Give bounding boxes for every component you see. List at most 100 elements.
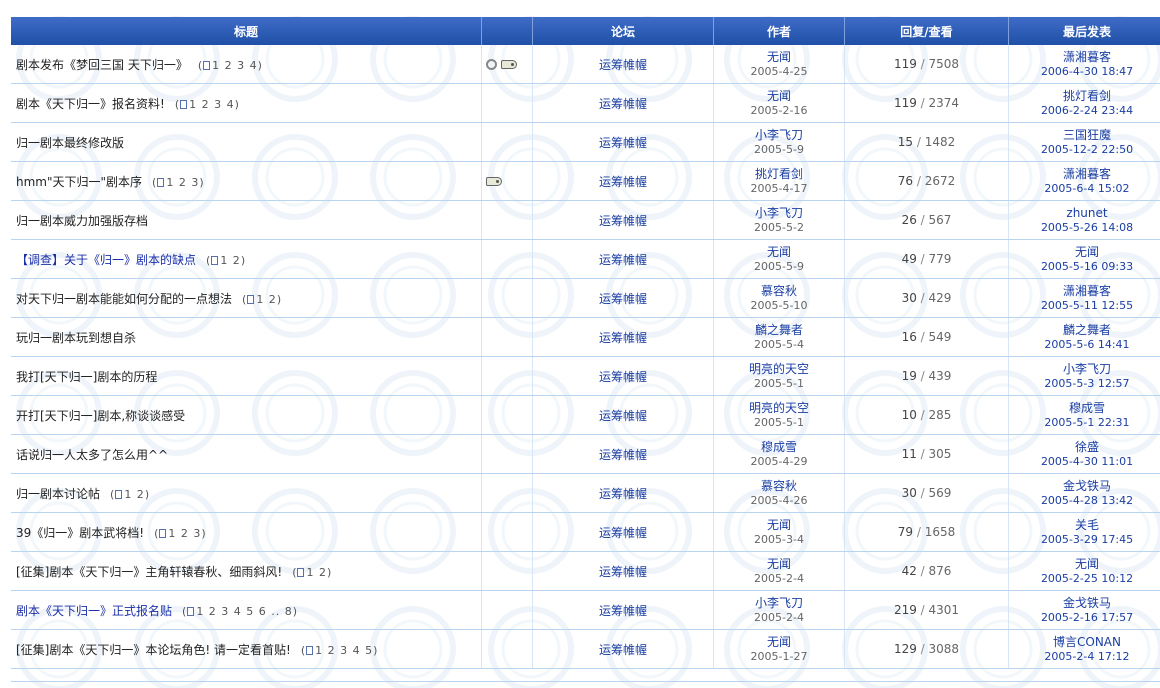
thread-title-link[interactable]: [征集]剧本《天下归一》主角轩辕春秋、细雨斜风! — [16, 565, 282, 579]
author-link[interactable]: 无闻 — [714, 557, 844, 572]
author-link[interactable]: 无闻 — [714, 89, 844, 104]
forum-link[interactable]: 运筹帷幄 — [599, 97, 647, 111]
last-post-user-link[interactable]: 无闻 — [1009, 557, 1160, 572]
author-link[interactable]: 无闻 — [714, 245, 844, 260]
last-post-user-link[interactable]: 潇湘暮客 — [1009, 50, 1160, 65]
page-links[interactable]: (1 2) — [292, 566, 332, 579]
page-links[interactable]: (1 2) — [242, 293, 282, 306]
author-link[interactable]: 小李飞刀 — [714, 128, 844, 143]
author-link[interactable]: 无闻 — [714, 50, 844, 65]
author-link[interactable]: 挑灯看剑 — [714, 167, 844, 182]
page-numbers[interactable]: 1 2 3 4 — [212, 59, 257, 72]
last-post-time-link[interactable]: 2005-5-3 12:57 — [1009, 377, 1160, 391]
last-post-user-link[interactable]: 博言CONAN — [1009, 635, 1160, 650]
last-post-user-link[interactable]: 徐盛 — [1009, 440, 1160, 455]
last-post-user-link[interactable]: 潇湘暮客 — [1009, 167, 1160, 182]
page-numbers[interactable]: 1 2 3 4 5 6 .. 8 — [196, 605, 292, 618]
forum-link[interactable]: 运筹帷幄 — [599, 214, 647, 228]
forum-link[interactable]: 运筹帷幄 — [599, 643, 647, 657]
author-link[interactable]: 明亮的天空 — [714, 362, 844, 377]
last-post-time-link[interactable]: 2005-5-11 12:55 — [1009, 299, 1160, 313]
forum-link[interactable]: 运筹帷幄 — [599, 331, 647, 345]
forum-link[interactable]: 运筹帷幄 — [599, 565, 647, 579]
author-link[interactable]: 无闻 — [714, 635, 844, 650]
page-links[interactable]: (1 2 3 4) — [198, 59, 263, 72]
last-post-time-link[interactable]: 2005-2-25 10:12 — [1009, 572, 1160, 586]
forum-link[interactable]: 运筹帷幄 — [599, 526, 647, 540]
page-links[interactable]: (1 2) — [206, 254, 246, 267]
page-numbers[interactable]: 1 2 3 — [166, 176, 199, 189]
thread-title-link[interactable]: 话说归一人太多了怎么用^^ — [16, 448, 168, 462]
last-post-time-link[interactable]: 2005-5-1 22:31 — [1009, 416, 1160, 430]
last-post-time-link[interactable]: 2005-3-29 17:45 — [1009, 533, 1160, 547]
last-post-user-link[interactable]: 麟之舞者 — [1009, 323, 1160, 338]
forum-link[interactable]: 运筹帷幄 — [599, 58, 647, 72]
forum-link[interactable]: 运筹帷幄 — [599, 448, 647, 462]
last-post-time-link[interactable]: 2005-5-6 14:41 — [1009, 338, 1160, 352]
author-link[interactable]: 慕容秋 — [714, 284, 844, 299]
forum-link[interactable]: 运筹帷幄 — [599, 253, 647, 267]
page-links[interactable]: (1 2) — [110, 488, 150, 501]
author-link[interactable]: 慕容秋 — [714, 479, 844, 494]
thread-title-link[interactable]: 剧本发布《梦回三国 天下归一》 — [16, 58, 188, 72]
last-post-user-link[interactable]: 金戈铁马 — [1009, 479, 1160, 494]
author-link[interactable]: 小李飞刀 — [714, 596, 844, 611]
thread-title-link[interactable]: 剧本《天下归一》报名资料! — [16, 97, 165, 111]
last-post-user-link[interactable]: 无闻 — [1009, 245, 1160, 260]
author-link[interactable]: 明亮的天空 — [714, 401, 844, 416]
page-links[interactable]: (1 2 3) — [152, 176, 205, 189]
page-links[interactable]: (1 2 3 4 5) — [301, 644, 379, 657]
author-link[interactable]: 麟之舞者 — [714, 323, 844, 338]
page-numbers[interactable]: 1 2 — [124, 488, 145, 501]
page-numbers[interactable]: 1 2 — [220, 254, 241, 267]
thread-title-link[interactable]: 我打[天下归一]剧本的历程 — [16, 370, 157, 384]
last-post-time-link[interactable]: 2005-4-30 11:01 — [1009, 455, 1160, 469]
last-post-time-link[interactable]: 2006-4-30 18:47 — [1009, 65, 1160, 79]
last-post-time-link[interactable]: 2005-4-28 13:42 — [1009, 494, 1160, 508]
thread-title-link[interactable]: 归一剧本威力加强版存档 — [16, 214, 148, 228]
thread-title-link[interactable]: 开打[天下归一]剧本,称谈谈感受 — [16, 409, 185, 423]
forum-link[interactable]: 运筹帷幄 — [599, 409, 647, 423]
last-post-user-link[interactable]: 穆成雪 — [1009, 401, 1160, 416]
thread-title-link[interactable]: 剧本《天下归一》正式报名贴 — [16, 604, 172, 618]
forum-link[interactable]: 运筹帷幄 — [599, 370, 647, 384]
last-post-time-link[interactable]: 2005-5-16 09:33 — [1009, 260, 1160, 274]
author-link[interactable]: 小李飞刀 — [714, 206, 844, 221]
forum-link[interactable]: 运筹帷幄 — [599, 487, 647, 501]
author-link[interactable]: 无闻 — [714, 518, 844, 533]
forum-link[interactable]: 运筹帷幄 — [599, 175, 647, 189]
page-numbers[interactable]: 1 2 — [256, 293, 277, 306]
page-links[interactable]: (1 2 3) — [154, 527, 207, 540]
forum-link[interactable]: 运筹帷幄 — [599, 604, 647, 618]
last-post-user-link[interactable]: 挑灯看剑 — [1009, 89, 1160, 104]
last-post-user-link[interactable]: 金戈铁马 — [1009, 596, 1160, 611]
last-post-user-link[interactable]: 关毛 — [1009, 518, 1160, 533]
page-links[interactable]: (1 2 3 4) — [175, 98, 240, 111]
last-post-time-link[interactable]: 2005-2-4 17:12 — [1009, 650, 1160, 664]
thread-title-link[interactable]: hmm"天下归一"剧本序 — [16, 175, 142, 189]
page-links[interactable]: (1 2 3 4 5 6 .. 8) — [182, 605, 298, 618]
page-numbers[interactable]: 1 2 3 — [168, 527, 201, 540]
thread-title-link[interactable]: 【调查】关于《归一》剧本的缺点 — [16, 253, 196, 267]
thread-title-link[interactable]: 归一剧本讨论帖 — [16, 487, 100, 501]
page-numbers[interactable]: 1 2 3 4 — [189, 98, 234, 111]
last-post-time-link[interactable]: 2006-2-24 23:44 — [1009, 104, 1160, 118]
last-post-user-link[interactable]: zhunet — [1009, 206, 1160, 221]
last-post-time-link[interactable]: 2005-2-16 17:57 — [1009, 611, 1160, 625]
page-numbers[interactable]: 1 2 — [306, 566, 327, 579]
last-post-user-link[interactable]: 潇湘暮客 — [1009, 284, 1160, 299]
thread-title-link[interactable]: [征集]剧本《天下归一》本论坛角色! 请一定看首贴! — [16, 643, 291, 657]
forum-link[interactable]: 运筹帷幄 — [599, 292, 647, 306]
last-post-user-link[interactable]: 小李飞刀 — [1009, 362, 1160, 377]
thread-title-link[interactable]: 归一剧本最终修改版 — [16, 136, 124, 150]
page-numbers[interactable]: 1 2 3 4 5 — [315, 644, 373, 657]
last-post-time-link[interactable]: 2005-5-26 14:08 — [1009, 221, 1160, 235]
last-post-time-link[interactable]: 2005-6-4 15:02 — [1009, 182, 1160, 196]
thread-title-link[interactable]: 对天下归一剧本能能如何分配的一点想法 — [16, 292, 232, 306]
thread-title-link[interactable]: 玩归一剧本玩到想自杀 — [16, 331, 136, 345]
forum-link[interactable]: 运筹帷幄 — [599, 136, 647, 150]
last-post-user-link[interactable]: 三国狂魔 — [1009, 128, 1160, 143]
last-post-time-link[interactable]: 2005-12-2 22:50 — [1009, 143, 1160, 157]
author-link[interactable]: 穆成雪 — [714, 440, 844, 455]
thread-title-link[interactable]: 39《归一》剧本武将档! — [16, 526, 144, 540]
